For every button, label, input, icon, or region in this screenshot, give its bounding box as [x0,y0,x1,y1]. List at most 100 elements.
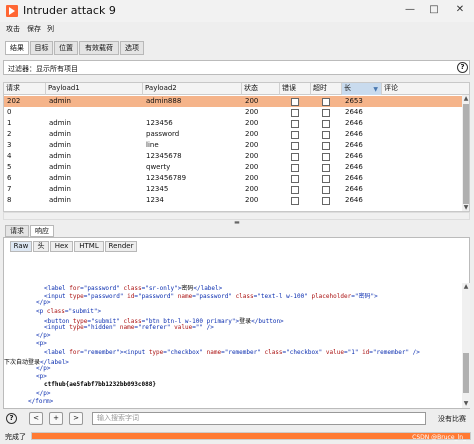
subtab-render[interactable]: Render [105,241,137,252]
timeout-checkbox[interactable] [322,164,330,172]
cell-payload1: admin [49,97,71,105]
error-checkbox[interactable] [291,197,299,205]
col-comment[interactable]: 评论 [382,83,462,95]
timeout-checkbox[interactable] [322,175,330,183]
code-token: ctfhub{ae5fabf7bb1232bb093c088} [44,381,156,389]
tab-response[interactable]: 响应 [30,225,54,237]
cell-request: 1 [7,119,12,127]
menu-attack[interactable]: 攻击 [6,24,20,34]
scroll-down-icon[interactable]: ▼ [462,400,470,408]
table-row[interactable]: 1 admin 123456 200 2646 [4,118,462,129]
timeout-checkbox[interactable] [322,197,330,205]
code-token: ="" /> [192,324,214,331]
table-row[interactable]: 3 admin line 200 2646 [4,140,462,151]
table-row[interactable]: 4 admin 12345678 200 2646 [4,151,462,162]
timeout-checkbox[interactable] [322,186,330,194]
cell-payload2: 123456 [146,119,173,127]
scroll-up-icon[interactable]: ▲ [462,283,470,291]
error-checkbox[interactable] [291,98,299,106]
table-row[interactable]: 7 admin 12345 200 2646 [4,184,462,195]
cell-length: 2646 [345,196,363,204]
results-vscroll[interactable]: ▲ ▼ [462,95,469,211]
cell-payload1: admin [49,163,71,171]
error-checkbox[interactable] [291,131,299,139]
scroll-down-icon[interactable]: ▼ [462,204,469,211]
filter-help-icon[interactable]: ? [457,62,468,73]
code-token: submit [72,307,94,315]
timeout-checkbox[interactable] [322,142,330,150]
code-token: class [264,348,283,356]
search-next-button[interactable]: > [69,412,83,425]
col-status[interactable]: 状态 [242,83,280,95]
timeout-checkbox[interactable] [322,109,330,117]
response-vscroll-thumb[interactable] [463,353,469,393]
search-help-icon[interactable]: ? [6,413,17,424]
maximize-button[interactable]: □ [426,3,442,17]
tab-results[interactable]: 结果 [5,41,29,55]
col-request[interactable]: 请求 [4,83,46,95]
error-checkbox[interactable] [291,142,299,150]
timeout-checkbox[interactable] [322,120,330,128]
col-length[interactable]: 长 ▼ [342,83,382,95]
results-vscroll-thumb[interactable] [463,104,469,204]
menu-bar: 攻击 保存 列 [0,23,474,35]
col-error[interactable]: 错误 [280,83,311,95]
error-checkbox[interactable] [291,164,299,172]
table-row[interactable]: 2 admin password 200 2646 [4,129,462,140]
error-checkbox[interactable] [291,153,299,161]
tab-target[interactable]: 目标 [30,41,53,55]
tab-request[interactable]: 请求 [5,225,29,237]
cell-request: 7 [7,185,12,193]
filter-bar[interactable]: 过滤器：显示所有项目 ? [3,60,470,75]
timeout-checkbox[interactable] [322,131,330,139]
code-token: =" [163,348,171,356]
table-row[interactable]: 5 admin qwerty 200 2646 [4,162,462,173]
search-bar: ? < + > 输入搜索字词 没有比赛 [0,410,474,428]
table-row[interactable]: 202 admin admin888 200 2653 [4,96,462,107]
col-timeout[interactable]: 超时 [311,83,342,95]
col-payload1[interactable]: Payload1 [46,83,143,95]
code-token: type [69,324,84,331]
response-viewer: Raw 头 Hex HTML Render <label for="passwo… [3,237,470,409]
subtab-hex[interactable]: Hex [50,241,73,252]
search-input[interactable]: 输入搜索字词 [92,412,426,425]
col-payload2[interactable]: Payload2 [143,83,242,95]
cell-status: 200 [245,163,259,171]
search-prev-button[interactable]: < [29,412,43,425]
cell-status: 200 [245,196,259,204]
subtab-headers[interactable]: 头 [33,241,49,252]
tab-options[interactable]: 选项 [120,41,144,55]
code-token: checkbox [289,348,319,356]
menu-save[interactable]: 保存 [27,24,41,34]
table-row[interactable]: 0 200 2646 [4,107,462,118]
code-token: <input [123,348,149,356]
error-checkbox[interactable] [291,186,299,194]
code-token: " [318,348,326,356]
minimize-button[interactable]: — [402,3,418,17]
cell-request: 3 [7,141,12,149]
error-checkbox[interactable] [291,175,299,183]
subtab-html[interactable]: HTML [74,241,104,252]
results-header: 请求 Payload1 Payload2 状态 错误 超时 长 ▼ 评论 [4,83,469,95]
search-add-button[interactable]: + [49,412,63,425]
subtab-raw[interactable]: Raw [10,241,32,252]
timeout-checkbox[interactable] [322,98,330,106]
timeout-checkbox[interactable] [322,153,330,161]
pane-splitter[interactable]: ▬ [0,220,474,226]
cell-payload1: admin [49,119,71,127]
menu-columns[interactable]: 列 [47,24,54,34]
tab-positions[interactable]: 位置 [54,41,78,55]
tab-payloads[interactable]: 有效载荷 [79,41,119,55]
table-row[interactable]: 8 admin 1234 200 2646 [4,195,462,206]
title-bar: Intruder attack 9 — □ ✕ [0,0,474,22]
code-token: " [112,324,120,331]
cell-request: 5 [7,163,12,171]
close-button[interactable]: ✕ [452,3,468,17]
response-vscroll[interactable]: ▲ ▼ [462,283,470,408]
scroll-up-icon[interactable]: ▲ [462,95,469,103]
error-checkbox[interactable] [291,120,299,128]
response-body[interactable]: <label for="password" class="sr-only">密码… [4,283,462,408]
cell-payload1: admin [49,196,71,204]
error-checkbox[interactable] [291,109,299,117]
table-row[interactable]: 6 admin 123456789 200 2646 [4,173,462,184]
